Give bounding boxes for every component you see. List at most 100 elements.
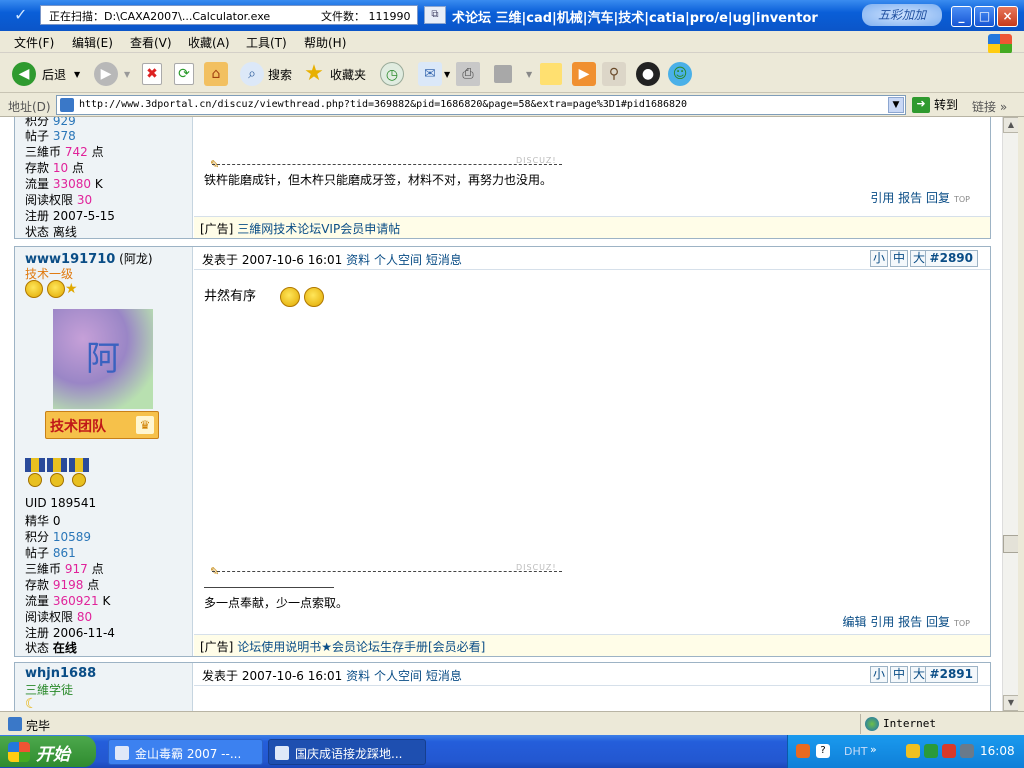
stat-posts: 帖子 861: [25, 546, 76, 560]
volume-icon[interactable]: [960, 744, 974, 758]
top-icon[interactable]: TOP: [954, 619, 972, 628]
windows-flag-icon: [8, 742, 30, 762]
floor-number[interactable]: #2891: [924, 666, 978, 683]
back-dropdown-icon[interactable]: ▼: [74, 70, 80, 79]
network-icon[interactable]: [924, 744, 938, 758]
tray-app-icon[interactable]: [796, 744, 810, 758]
forward-button[interactable]: ▶ ▼: [94, 61, 130, 87]
restore-scan-icon[interactable]: ⧉: [424, 6, 446, 24]
menu-help[interactable]: 帮助(H): [304, 34, 346, 51]
font-medium-button[interactable]: 中: [890, 666, 908, 683]
author-name[interactable]: whjn1688: [25, 666, 96, 681]
title-bar[interactable]: ✓ 正在扫描：D:\CAXA2007\...Calculator.exe 文件数…: [0, 0, 1024, 31]
menu-bar: 文件(F) 编辑(E) 查看(V) 收藏(A) 工具(T) 帮助(H): [0, 31, 1024, 54]
username-link[interactable]: whjn1688: [25, 666, 96, 681]
go-button[interactable]: ➜ 转到: [912, 96, 958, 113]
team-badge: 技术团队 ♛: [45, 411, 159, 439]
team-badge-label: 技术团队: [50, 419, 106, 435]
search-button[interactable]: ⌕ 搜索: [240, 61, 292, 87]
security-shield-icon[interactable]: [906, 744, 920, 758]
scroll-up-button[interactable]: ▲: [1003, 117, 1019, 133]
scroll-down-button[interactable]: ▼: [1003, 695, 1019, 711]
post-actions[interactable]: 引用 报告 回复 TOP: [870, 189, 972, 206]
moon-rank-icon: ☾: [25, 696, 38, 711]
menu-view[interactable]: 查看(V): [130, 34, 172, 51]
space-link[interactable]: 个人空间: [374, 669, 422, 683]
task-label: 金山毒霸 2007 --...: [135, 747, 242, 761]
dht-label: DHT: [844, 745, 868, 758]
mail-button[interactable]: ✉ ▼: [418, 61, 450, 87]
edit-page-button[interactable]: ▼: [494, 61, 532, 87]
qq-button[interactable]: ●: [636, 61, 660, 87]
history-button[interactable]: ◷: [380, 61, 404, 87]
back-button[interactable]: ◀ 后退 ▼: [12, 61, 80, 87]
menu-favorites[interactable]: 收藏(A): [188, 34, 230, 51]
address-dropdown-icon[interactable]: ▼: [888, 97, 904, 113]
stat-traffic: 流量 360921 K: [25, 594, 111, 608]
post-body: 发表于 2007-10-6 16:01 资料 个人空间 短消息 小 中 大 #2…: [194, 247, 990, 656]
help-icon[interactable]: ?: [816, 744, 830, 758]
print-icon: ⎙: [456, 62, 480, 86]
history-icon: ◷: [380, 62, 404, 86]
print-button[interactable]: ⎙: [456, 61, 480, 87]
search-icon: ⌕: [240, 62, 264, 86]
font-small-button[interactable]: 小: [870, 666, 888, 683]
media-button[interactable]: ▶: [572, 61, 596, 87]
refresh-icon: ⟳: [174, 63, 194, 85]
mail-dropdown-icon[interactable]: ▼: [444, 70, 450, 79]
post-actions-label[interactable]: 引用 报告 回复: [870, 191, 950, 205]
message-link[interactable]: 短消息: [426, 253, 462, 267]
message-link[interactable]: 短消息: [426, 669, 462, 683]
menu-edit[interactable]: 编辑(E): [72, 34, 113, 51]
edit-dropdown-icon[interactable]: ▼: [526, 70, 532, 79]
post-time: 发表于 2007-10-6 16:01: [202, 253, 343, 267]
home-button[interactable]: ⌂: [204, 61, 228, 87]
medal-icon: [69, 458, 89, 488]
links-button[interactable]: 链接 »: [972, 98, 1007, 115]
ad-link[interactable]: 论坛使用说明书★会员论坛生存手册[会员必看]: [237, 640, 485, 654]
messenger-button[interactable]: ☺: [668, 61, 692, 87]
antivirus-tray-icon[interactable]: [942, 744, 956, 758]
space-link[interactable]: 个人空间: [374, 253, 422, 267]
close-button[interactable]: ×: [997, 6, 1018, 27]
stop-button[interactable]: ✖: [142, 61, 162, 87]
profile-link[interactable]: 资料: [346, 669, 370, 683]
vertical-scrollbar[interactable]: ▲ ▼: [1002, 117, 1019, 711]
font-small-button[interactable]: 小: [870, 250, 888, 267]
menu-tools[interactable]: 工具(T): [246, 34, 287, 51]
address-input[interactable]: http://www.3dportal.cn/discuz/viewthread…: [56, 95, 906, 115]
post-body: 发表于 2007-10-6 16:01 资料 个人空间 短消息 小 中 大 #2…: [194, 663, 990, 711]
post-actions-label[interactable]: 编辑 引用 报告 回复: [843, 615, 950, 629]
address-label: 地址(D): [8, 100, 51, 114]
note-icon: [540, 63, 562, 85]
maximize-button[interactable]: □: [974, 6, 995, 27]
minimize-button[interactable]: _: [951, 6, 972, 27]
tray-expand-icon[interactable]: »: [870, 743, 877, 756]
avatar[interactable]: 阿: [53, 309, 153, 409]
go-label: 转到: [934, 98, 959, 112]
top-icon[interactable]: TOP: [954, 195, 972, 204]
font-medium-button[interactable]: 中: [890, 250, 908, 267]
windows-logo-icon: [988, 34, 1012, 54]
floor-number[interactable]: #2890: [924, 250, 978, 267]
profile-link[interactable]: 资料: [346, 253, 370, 267]
forward-dropdown-icon[interactable]: ▼: [124, 70, 130, 79]
notes-button[interactable]: [540, 61, 562, 87]
post-time: 发表于 2007-10-6 16:01: [202, 669, 343, 683]
post-body: ✎ DISCUZ! 铁杵能磨成针，但木杵只能磨成牙签，材料不对，再努力也没用。 …: [194, 117, 990, 238]
ad-link[interactable]: 三維网技术论坛VIP会员申请帖: [237, 222, 400, 236]
ad-bar: [广告] 论坛使用说明书★会员论坛生存手册[会员必看]: [194, 634, 990, 656]
status-text: 完毕: [26, 719, 51, 733]
scroll-thumb[interactable]: [1003, 535, 1019, 553]
menu-file[interactable]: 文件(F): [14, 34, 54, 51]
stat-deposit: 存款 10 点: [25, 161, 84, 175]
post-actions[interactable]: 编辑 引用 报告 回复 TOP: [843, 613, 972, 630]
task-browser[interactable]: 国庆成语接龙踩地...: [268, 739, 426, 765]
task-label: 国庆成语接龙踩地...: [295, 747, 403, 761]
task-antivirus[interactable]: 金山毒霸 2007 --...: [108, 739, 263, 765]
favorites-button[interactable]: ★ 收藏夹: [302, 61, 366, 87]
start-button[interactable]: 开始: [0, 736, 96, 767]
scan-status-box: 正在扫描：D:\CAXA2007\...Calculator.exe 文件数： …: [40, 5, 418, 25]
research-button[interactable]: ⚲: [602, 61, 626, 87]
refresh-button[interactable]: ⟳: [174, 61, 194, 87]
